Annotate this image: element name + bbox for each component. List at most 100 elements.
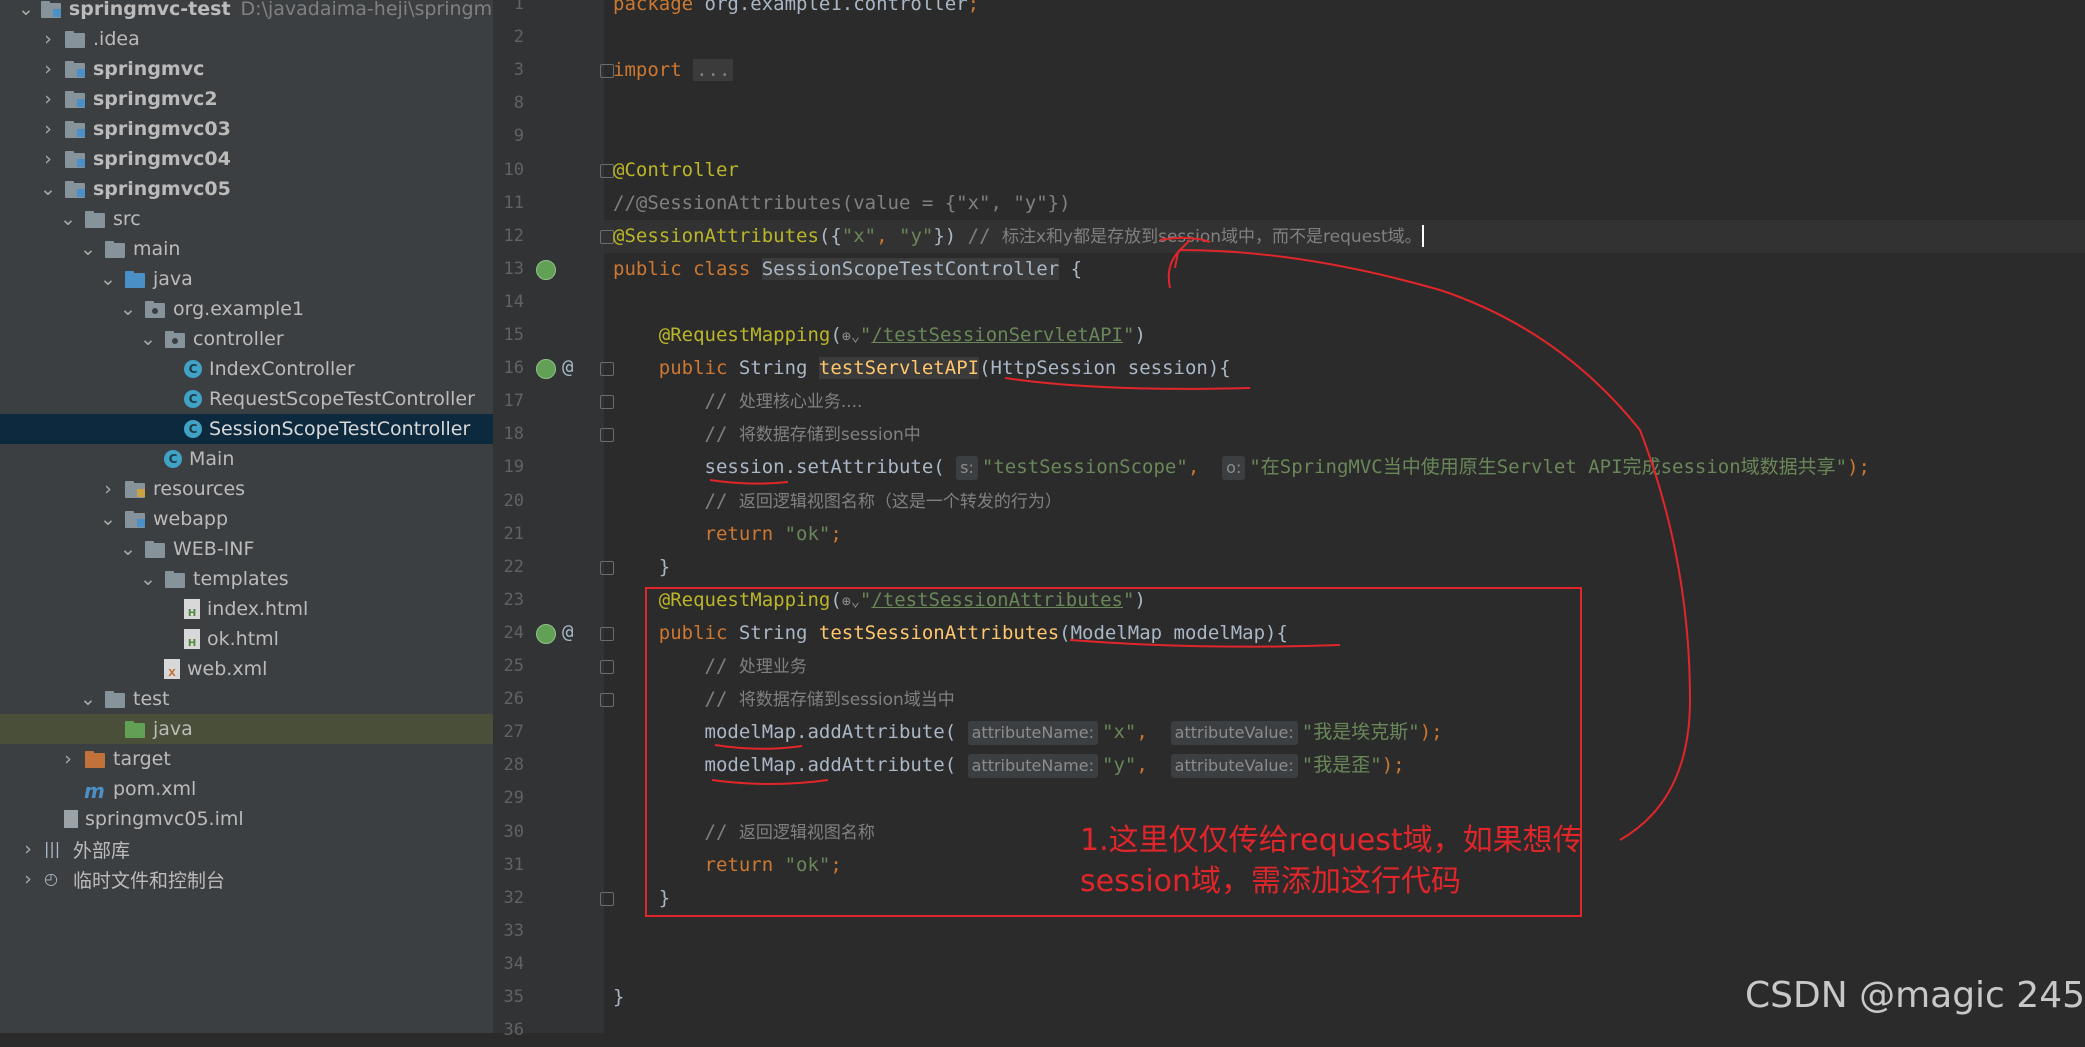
chevron-down-icon[interactable]: ⌄ bbox=[118, 298, 138, 320]
tree-item-label: SessionScopeTestController bbox=[209, 418, 471, 440]
chevron-down-icon[interactable]: ⌄ bbox=[98, 268, 118, 290]
tree-item[interactable]: › springmvc03 bbox=[0, 114, 493, 144]
tree-item[interactable]: C RequestScopeTestController bbox=[0, 384, 493, 414]
tree-item[interactable]: Hindex.html bbox=[0, 594, 493, 624]
fold-marker-icon[interactable] bbox=[600, 163, 614, 178]
code-line[interactable]: @SessionAttributes({"x", "y"}) // 标注x和y都… bbox=[613, 220, 1424, 253]
code-line[interactable]: import ... bbox=[613, 54, 734, 87]
spring-bean-icon[interactable] bbox=[536, 359, 556, 380]
tree-item[interactable]: › springmvc bbox=[0, 54, 493, 84]
tree-item[interactable]: ⌄ webapp bbox=[0, 504, 493, 534]
code-line[interactable]: return "ok"; bbox=[613, 518, 842, 551]
code-line[interactable]: public String testServletAPI(HttpSession… bbox=[613, 352, 1231, 385]
code-line[interactable]: package org.example1.controller; bbox=[613, 0, 979, 21]
chevron-right-icon[interactable]: › bbox=[38, 58, 58, 80]
tree-item[interactable]: ⌄ main bbox=[0, 234, 493, 264]
code-line[interactable]: modelMap.addAttribute( attributeName: "y"… bbox=[613, 749, 1405, 782]
code-line[interactable]: // 处理核心业务.... bbox=[613, 385, 863, 418]
fold-marker-icon[interactable] bbox=[600, 891, 614, 906]
tree-item[interactable]: › ◴ 临时文件和控制台 bbox=[0, 864, 493, 894]
tree-item[interactable]: ⌄ WEB-INF bbox=[0, 534, 493, 564]
chevron-down-icon[interactable]: ⌄ bbox=[78, 688, 98, 710]
tree-item[interactable]: java bbox=[0, 714, 493, 744]
chevron-down-icon[interactable]: ⌄ bbox=[138, 328, 158, 350]
code-line[interactable]: return "ok"; bbox=[613, 849, 842, 882]
chevron-right-icon[interactable]: › bbox=[58, 748, 78, 770]
chevron-down-icon[interactable]: ⌄ bbox=[18, 0, 34, 20]
code-token: public bbox=[658, 357, 728, 380]
tree-item[interactable]: springmvc05.iml bbox=[0, 804, 493, 834]
chevron-right-icon[interactable]: › bbox=[18, 868, 38, 890]
chevron-down-icon[interactable]: ⌄ bbox=[58, 208, 78, 230]
tree-item[interactable]: ⌄ templates bbox=[0, 564, 493, 594]
code-line[interactable]: @RequestMapping(⊕⌄"/testSessionServletAP… bbox=[613, 319, 1146, 352]
chevron-right-icon[interactable]: › bbox=[38, 118, 58, 140]
fold-marker-icon[interactable] bbox=[600, 560, 614, 575]
code-line[interactable]: // 将数据存储到session域当中 bbox=[613, 683, 955, 716]
chevron-right-icon[interactable]: › bbox=[38, 28, 58, 50]
tree-item[interactable]: m pom.xml bbox=[0, 774, 493, 804]
tree-item-label: WEB-INF bbox=[173, 538, 255, 560]
tree-item[interactable]: › springmvc2 bbox=[0, 84, 493, 114]
tree-item[interactable]: ⌄ test bbox=[0, 684, 493, 714]
fold-marker-icon[interactable] bbox=[600, 660, 614, 674]
code-line[interactable]: modelMap.addAttribute( attributeName: "x"… bbox=[613, 716, 1443, 749]
chevron-down-icon[interactable]: ⌄ bbox=[78, 238, 98, 260]
mapping-at-icon[interactable]: @ bbox=[562, 356, 573, 378]
chevron-right-icon[interactable]: › bbox=[38, 148, 58, 170]
tree-item[interactable]: › ||| 外部库 bbox=[0, 834, 493, 864]
code-line[interactable]: public class SessionScopeTestController … bbox=[613, 253, 1082, 286]
tree-item[interactable]: › springmvc04 bbox=[0, 144, 493, 174]
code-line[interactable]: @Controller bbox=[613, 154, 739, 187]
tree-item[interactable]: C SessionScopeTestController bbox=[0, 414, 493, 444]
chevron-right-icon[interactable]: › bbox=[38, 88, 58, 110]
fold-marker-icon[interactable] bbox=[600, 428, 614, 443]
fold-marker-icon[interactable] bbox=[600, 229, 614, 244]
html-file-icon: H bbox=[184, 599, 200, 619]
tree-item-label: IndexController bbox=[209, 358, 355, 380]
fold-marker-icon[interactable] bbox=[600, 693, 614, 708]
fold-marker-icon[interactable] bbox=[600, 626, 614, 641]
tree-item[interactable]: C IndexController bbox=[0, 354, 493, 384]
code-line[interactable]: session.setAttribute( s: "testSessionScop… bbox=[613, 451, 1870, 484]
tree-item[interactable]: ⌄ org.example1 bbox=[0, 294, 493, 324]
code-line[interactable]: } bbox=[613, 981, 624, 1014]
tree-item[interactable]: ⌄ controller bbox=[0, 324, 493, 354]
code-line[interactable]: // 返回逻辑视图名称 bbox=[613, 816, 875, 849]
code-line[interactable]: // 返回逻辑视图名称（这是一个转发的行为） bbox=[613, 485, 1062, 518]
spring-bean-icon[interactable] bbox=[536, 259, 556, 280]
chevron-down-icon[interactable]: ⌄ bbox=[38, 178, 58, 200]
spring-bean-icon[interactable] bbox=[536, 623, 556, 644]
tree-item[interactable]: ⌄ springmvc-test D:\javadaima-heji\springm… bbox=[0, 0, 493, 24]
line-number: 33 bbox=[503, 920, 524, 941]
line-number: 12 bbox=[503, 225, 524, 246]
chevron-down-icon[interactable]: ⌄ bbox=[138, 568, 158, 590]
tree-item[interactable]: C Main bbox=[0, 444, 493, 474]
code-line[interactable]: public String testSessionAttributes(Mode… bbox=[613, 617, 1288, 650]
module-folder-icon bbox=[64, 149, 86, 169]
fold-marker-icon[interactable] bbox=[600, 362, 614, 377]
chevron-right-icon[interactable]: › bbox=[18, 838, 38, 860]
chevron-down-icon[interactable]: ⌄ bbox=[98, 508, 118, 530]
tree-item[interactable]: › resources bbox=[0, 474, 493, 504]
tree-item-label: org.example1 bbox=[173, 298, 305, 320]
code-line[interactable]: } bbox=[613, 551, 670, 584]
code-line[interactable]: @RequestMapping(⊕⌄"/testSessionAttribute… bbox=[613, 584, 1146, 617]
code-line[interactable]: // 将数据存储到session中 bbox=[613, 418, 921, 451]
code-token: "y" bbox=[899, 224, 934, 247]
chevron-down-icon[interactable]: ⌄ bbox=[118, 538, 138, 560]
tree-item[interactable]: › .idea bbox=[0, 24, 493, 54]
mapping-at-icon[interactable]: @ bbox=[562, 621, 573, 643]
tree-item[interactable]: ⌄ java bbox=[0, 264, 493, 294]
fold-marker-icon[interactable] bbox=[600, 395, 614, 410]
code-line[interactable]: } bbox=[613, 882, 670, 915]
code-line[interactable]: //@SessionAttributes(value = {"x", "y"}) bbox=[613, 187, 1071, 220]
fold-marker-icon[interactable] bbox=[600, 64, 614, 79]
chevron-right-icon[interactable]: › bbox=[98, 478, 118, 500]
tree-item[interactable]: › target bbox=[0, 744, 493, 774]
tree-item[interactable]: Hok.html bbox=[0, 624, 493, 654]
tree-item[interactable]: Xweb.xml bbox=[0, 654, 493, 684]
tree-item[interactable]: ⌄ springmvc05 bbox=[0, 174, 493, 204]
code-line[interactable]: // 处理业务 bbox=[613, 650, 807, 683]
tree-item[interactable]: ⌄ src bbox=[0, 204, 493, 234]
